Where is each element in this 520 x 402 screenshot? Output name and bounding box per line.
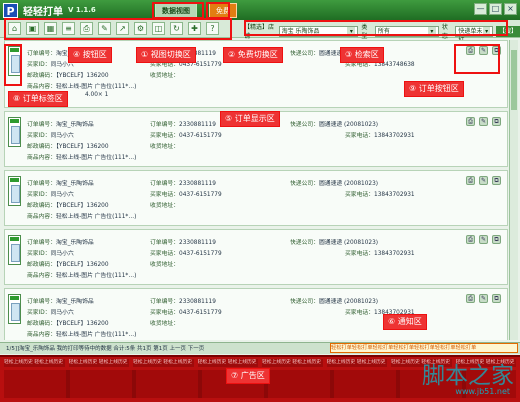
edit-order-icon[interactable]: ✎: [479, 235, 488, 244]
order-tag-icon: [8, 176, 21, 206]
print-order-icon[interactable]: ⎙: [466, 176, 475, 185]
minimize-button[interactable]: —: [474, 3, 487, 15]
view-switch-highlight: [152, 2, 204, 19]
free-switch-highlight: [206, 2, 230, 19]
watermark-title: 脚本之家: [422, 363, 514, 389]
copy-order-icon[interactable]: ⧉: [492, 235, 501, 244]
annotation-notice: ⑥ 通知区: [383, 314, 427, 330]
order-actions: ⎙ ✎ ⧉: [466, 294, 501, 303]
order-card[interactable]: 订单编号：淘宝_乐陶饰品 买家ID：同马小六 邮政编码：【YBCELF】1362…: [4, 229, 508, 285]
scroll-thumb[interactable]: [511, 50, 517, 110]
app-window: P 轻轻打单 V 1.1.6 数据视图 免费 — □ × ⌂ ▣ ▦ ≡ ⎙ ✎…: [0, 0, 520, 402]
watermark-url: www.jb51.net: [455, 387, 510, 396]
annotation-free-switch: ② 免费切换区: [223, 47, 283, 63]
order-actions: ⎙ ✎ ⧉: [466, 117, 501, 126]
title-bar: P 轻轻打单 V 1.1.6 数据视图 免费 — □ ×: [0, 0, 520, 20]
print-order-icon[interactable]: ⎙: [466, 294, 475, 303]
annotation-order-tag: ⑧ 订单标签区: [8, 91, 68, 107]
app-icon: P: [3, 2, 18, 18]
close-button[interactable]: ×: [504, 3, 517, 15]
ad-chip[interactable]: 轻松上线历史 轻松上线历史: [326, 359, 387, 367]
edit-order-icon[interactable]: ✎: [479, 176, 488, 185]
search-area-highlight: [244, 20, 508, 36]
order-actions: ⎙ ✎ ⧉: [466, 176, 501, 185]
ad-chip[interactable]: 轻松上线历史 轻松上线历史: [4, 359, 65, 367]
copy-order-icon[interactable]: ⧉: [492, 176, 501, 185]
ad-chip[interactable]: 轻松上线历史 轻松上线历史: [262, 359, 323, 367]
maximize-button[interactable]: □: [489, 3, 502, 15]
edit-order-icon[interactable]: ✎: [479, 117, 488, 126]
order-card[interactable]: 订单编号：淘宝_乐陶饰品 买家ID：同马小六 邮政编码：【YBCELF】1362…: [4, 288, 508, 340]
annotation-view-switch: ① 视图切换区: [136, 47, 196, 63]
copy-order-icon[interactable]: ⧉: [492, 117, 501, 126]
print-order-icon[interactable]: ⎙: [466, 117, 475, 126]
ad-chip[interactable]: 轻松上线历史 轻松上线历史: [197, 359, 258, 367]
annotation-order-display: ⑤ 订单显示区: [220, 111, 280, 127]
order-tag-icon: [8, 294, 21, 324]
order-card[interactable]: 订单编号：淘宝_乐陶饰品 买家ID：同马小六 邮政编码：【YBCELF】1362…: [4, 170, 508, 226]
annotation-search: ③ 检索区: [340, 47, 384, 63]
app-title: 轻轻打单: [23, 6, 63, 18]
window-controls: — □ ×: [474, 3, 517, 15]
order-actions: ⎙ ✎ ⧉: [466, 235, 501, 244]
notice-area: 轻松打单轻松打单轻松打单轻松打单轻松打单轻松打单轻松打单: [330, 343, 518, 353]
button-area-highlight: [4, 18, 232, 40]
print-order-icon[interactable]: ⎙: [466, 235, 475, 244]
order-tag-icon: [8, 235, 21, 265]
annotation-order-buttons: ⑨ 订单按钮区: [404, 81, 464, 97]
order-tag-highlight: [4, 44, 22, 86]
ad-chip[interactable]: 轻松上线历史 轻松上线历史: [68, 359, 129, 367]
app-version: V 1.1.6: [68, 6, 96, 14]
order-tag-icon: [8, 117, 21, 147]
scrollbar[interactable]: [509, 40, 518, 340]
order-button-highlight: [454, 44, 500, 74]
ad-chip[interactable]: 轻松上线历史 轻松上线历史: [133, 359, 194, 367]
annotation-buttons: ④ 按钮区: [68, 47, 112, 63]
annotation-ad: ⑦ 广告区: [226, 368, 270, 384]
copy-order-icon[interactable]: ⧉: [492, 294, 501, 303]
edit-order-icon[interactable]: ✎: [479, 294, 488, 303]
